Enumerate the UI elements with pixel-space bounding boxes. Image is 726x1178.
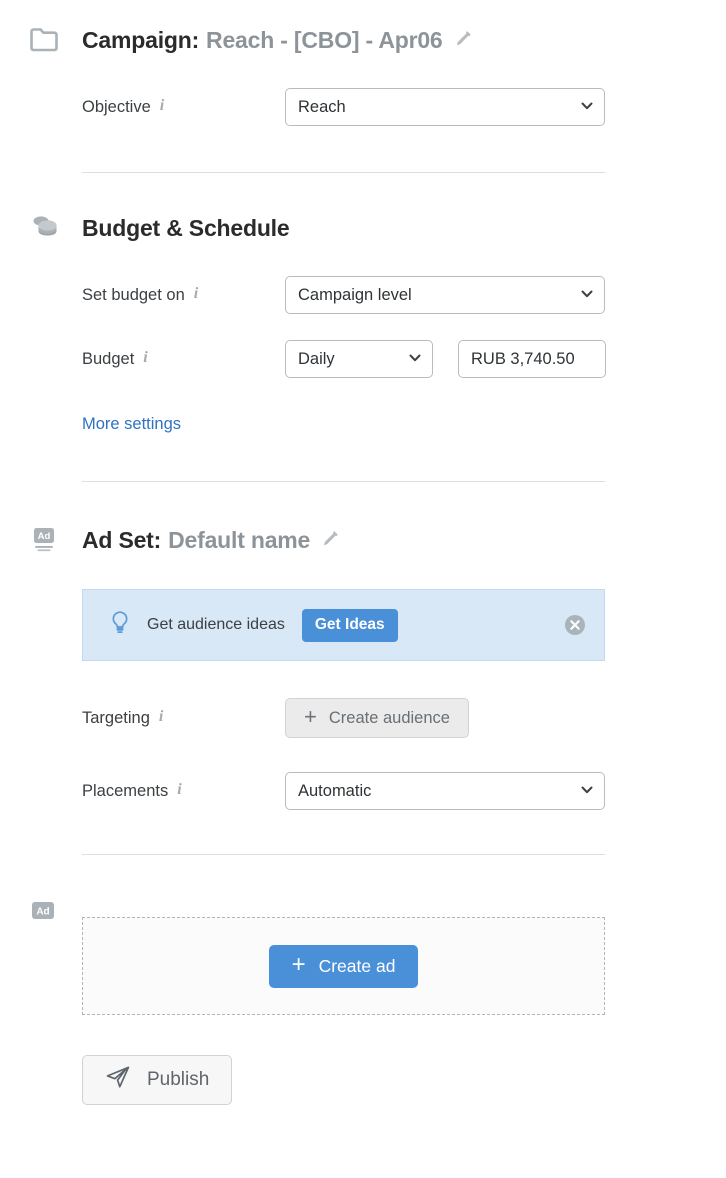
adset-section-header: Ad Ad Set: Default name: [0, 522, 339, 558]
more-settings-link[interactable]: More settings: [82, 415, 181, 433]
create-ad-button[interactable]: + Create ad: [268, 944, 419, 988]
set-budget-on-label-text: Set budget on: [82, 285, 185, 304]
more-settings-link-wrap: More settings: [0, 415, 181, 434]
publish-label: Publish: [147, 1069, 210, 1090]
info-icon[interactable]: i: [160, 98, 164, 114]
pencil-icon[interactable]: [452, 30, 472, 50]
info-icon[interactable]: i: [159, 709, 163, 725]
svg-text:Ad: Ad: [38, 531, 51, 542]
placements-label-text: Placements: [82, 781, 169, 800]
svg-text:Ad: Ad: [36, 907, 49, 918]
adset-title-prefix: Ad Set:: [82, 526, 162, 553]
set-budget-on-row: Set budget on i Campaign level: [0, 276, 605, 314]
placements-label: Placements i: [82, 782, 285, 801]
budget-amount-input[interactable]: RUB 3,740.50: [458, 340, 606, 378]
pencil-icon[interactable]: [319, 530, 339, 550]
placements-row: Placements i Automatic: [0, 772, 605, 810]
adset-name: Default name: [168, 526, 311, 553]
ad-badge-icon: Ad: [31, 901, 55, 928]
info-icon[interactable]: i: [143, 350, 147, 366]
folder-icon: [26, 22, 62, 58]
chevron-down-icon: [581, 102, 593, 110]
audience-ideas-banner: Get audience ideas Get Ideas: [82, 589, 605, 661]
audience-ideas-text: Get audience ideas: [147, 616, 285, 633]
adset-title: Ad Set: Default name: [82, 527, 339, 554]
campaign-section-header: Campaign: Reach - [CBO] - Apr06: [0, 22, 472, 58]
close-circle-icon[interactable]: [564, 614, 586, 636]
targeting-label-text: Targeting: [82, 708, 150, 727]
create-ad-dropzone[interactable]: + Create ad: [82, 917, 605, 1015]
lightbulb-icon: [109, 610, 131, 641]
set-budget-on-label: Set budget on i: [82, 286, 285, 305]
budget-label: Budget i: [82, 350, 285, 369]
targeting-label: Targeting i: [82, 709, 285, 728]
set-budget-on-value: Campaign level: [298, 285, 412, 304]
objective-label-text: Objective: [82, 97, 151, 116]
budget-title: Budget & Schedule: [82, 214, 290, 241]
objective-select[interactable]: Reach: [285, 88, 605, 126]
budget-period-select[interactable]: Daily: [285, 340, 433, 378]
plus-icon: +: [291, 951, 306, 978]
chevron-down-icon: [581, 786, 593, 794]
objective-label: Objective i: [82, 98, 285, 117]
info-icon[interactable]: i: [177, 782, 181, 798]
info-icon[interactable]: i: [194, 286, 198, 302]
campaign-name: Reach - [CBO] - Apr06: [206, 26, 443, 53]
plus-icon: +: [304, 704, 317, 729]
publish-button[interactable]: Publish: [82, 1055, 233, 1105]
objective-value: Reach: [298, 97, 346, 116]
divider-campaign: [82, 172, 605, 173]
targeting-row: Targeting i + Create audience: [0, 698, 469, 738]
placements-value: Automatic: [298, 781, 372, 800]
budget-section-header: Budget & Schedule: [0, 210, 290, 246]
get-ideas-button[interactable]: Get Ideas: [301, 608, 398, 642]
ad-screen-icon: Ad: [26, 522, 62, 558]
create-audience-label: Create audience: [328, 708, 450, 727]
create-audience-button[interactable]: + Create audience: [285, 698, 469, 738]
paper-plane-icon: [105, 1065, 131, 1095]
budget-amount-value: RUB 3,740.50: [471, 349, 575, 368]
budget-row: Budget i Daily RUB 3,740.50: [0, 340, 606, 378]
campaign-editor-page: Campaign: Reach - [CBO] - Apr06 Objectiv…: [0, 0, 726, 1178]
divider-budget: [82, 481, 605, 482]
chevron-down-icon: [409, 354, 421, 362]
create-ad-label: Create ad: [318, 955, 396, 976]
campaign-title-prefix: Campaign:: [82, 26, 200, 53]
budget-period-value: Daily: [298, 349, 335, 368]
set-budget-on-select[interactable]: Campaign level: [285, 276, 605, 314]
objective-row: Objective i Reach: [0, 88, 605, 126]
campaign-title: Campaign: Reach - [CBO] - Apr06: [82, 27, 472, 54]
budget-label-text: Budget: [82, 349, 135, 368]
coins-icon: [26, 210, 62, 246]
placements-select[interactable]: Automatic: [285, 772, 605, 810]
chevron-down-icon: [581, 290, 593, 298]
divider-adset: [82, 854, 605, 855]
